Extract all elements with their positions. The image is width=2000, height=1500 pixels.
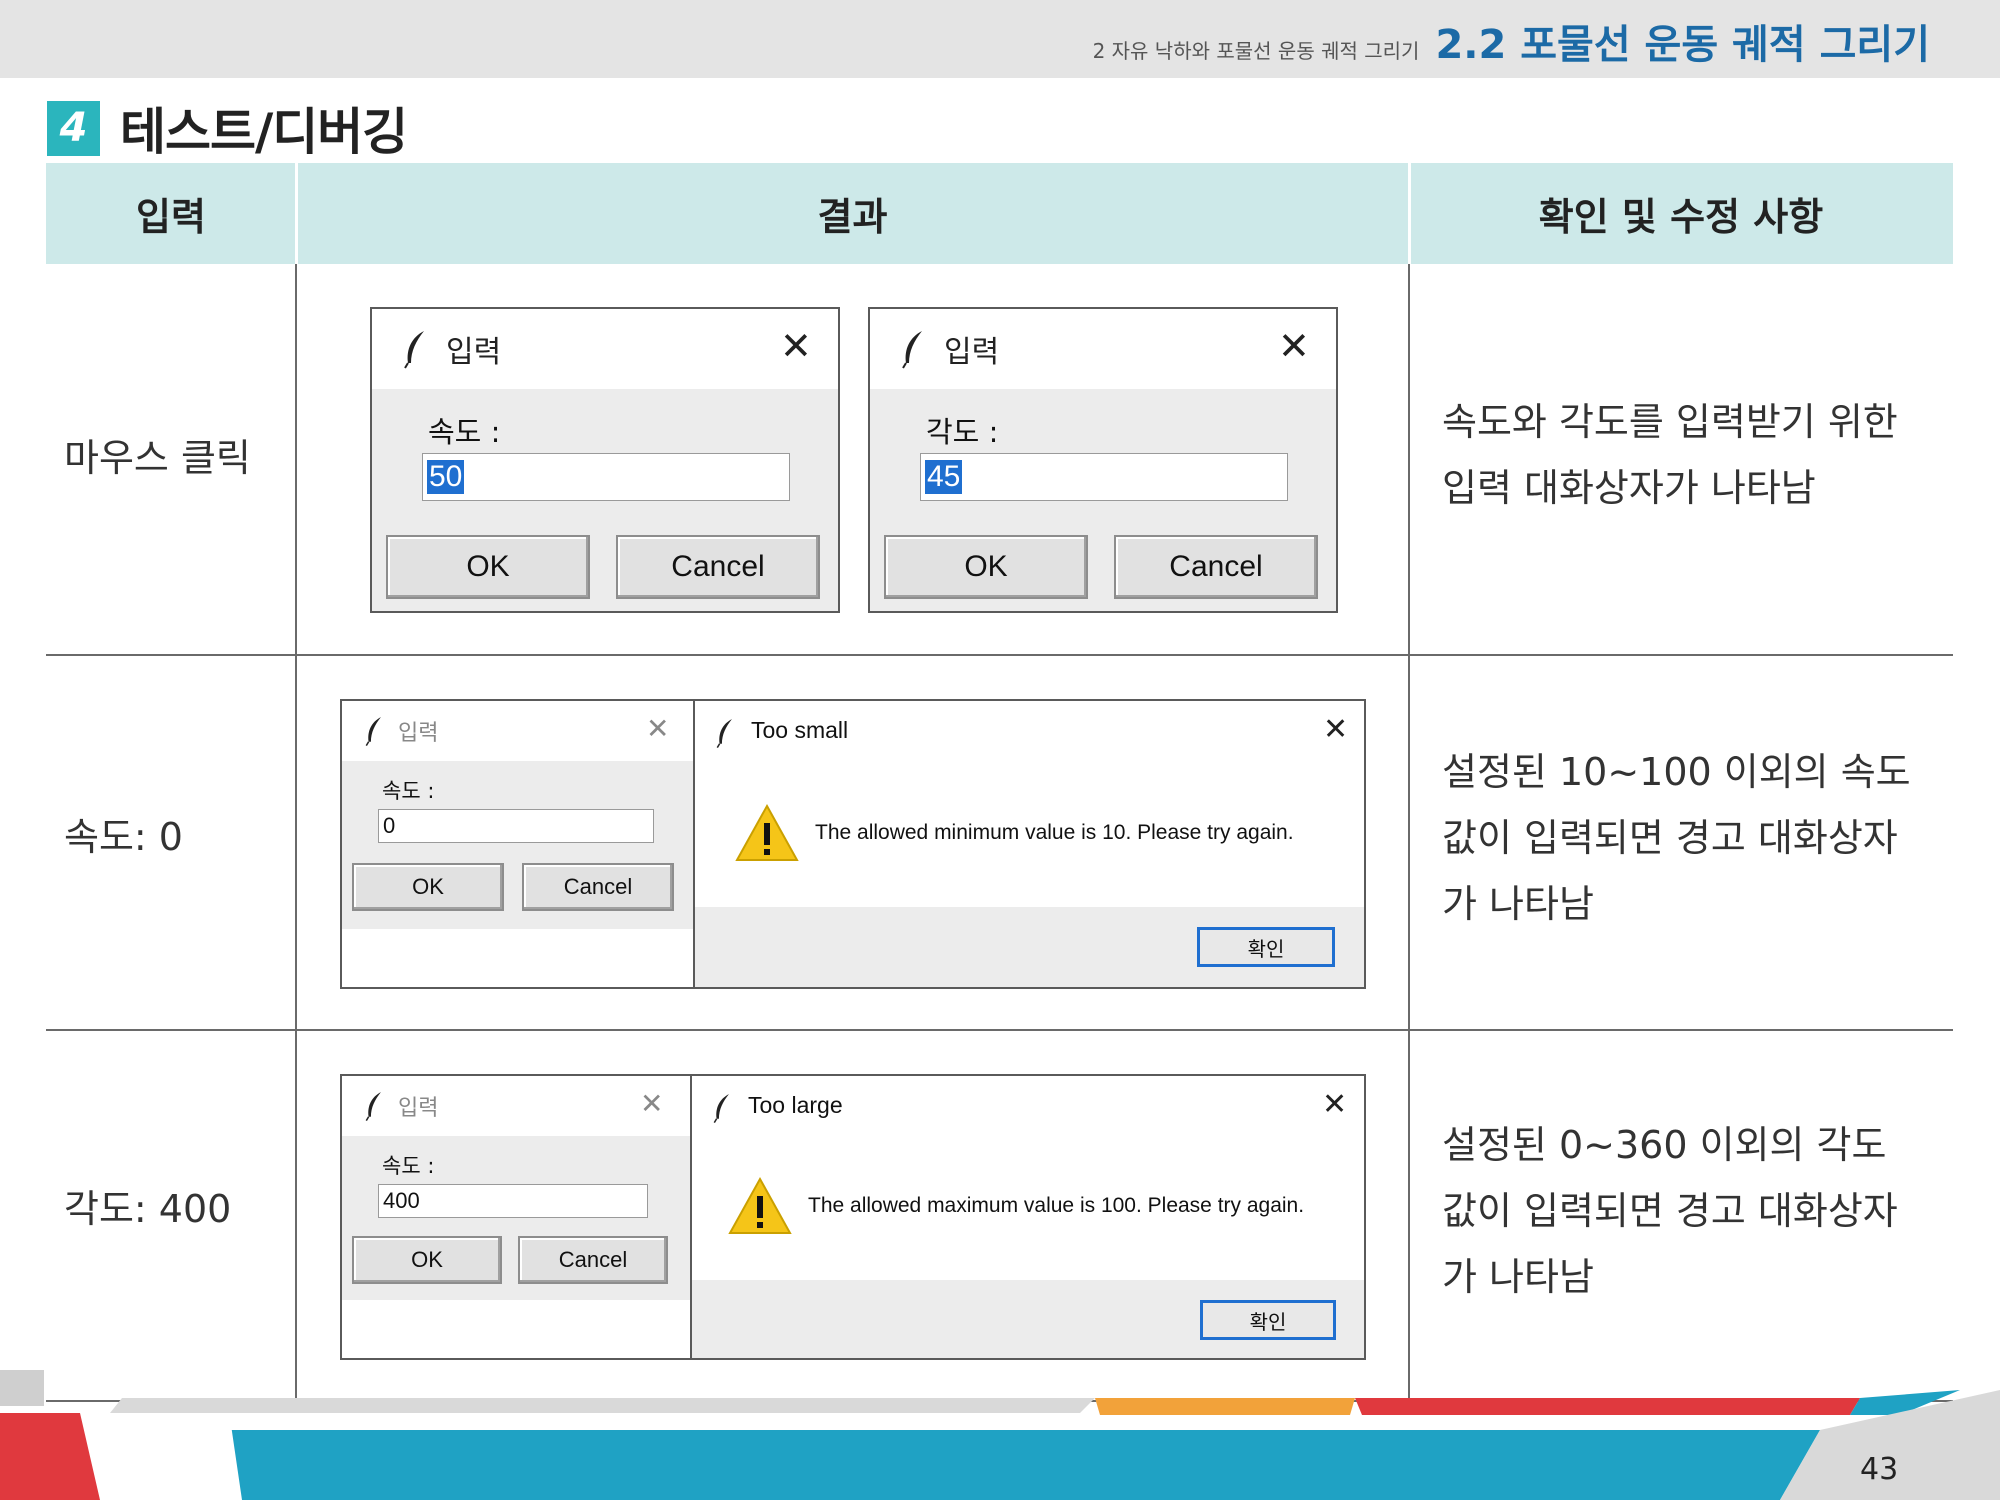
angle-input[interactable]: 400 [378, 1184, 648, 1218]
ok-button[interactable]: OK [386, 535, 590, 599]
column-divider [1408, 264, 1410, 1409]
section-heading: 4 테스트/디버깅 [47, 92, 408, 164]
speed-input[interactable]: 0 [378, 809, 654, 843]
dialog-button-bar: 확인 [695, 907, 1364, 987]
note-line: 입력 대화상자가 나타남 [1442, 466, 1816, 510]
feather-icon [902, 331, 922, 369]
feather-icon [404, 331, 424, 369]
confirm-button[interactable]: 확인 [1197, 927, 1335, 967]
column-divider [295, 163, 298, 264]
cancel-button[interactable]: Cancel [518, 1236, 668, 1284]
dialog-titlebar: 입력 [372, 309, 838, 389]
row-notes: 속도와 각도를 입력받기 위한 입력 대화상자가 나타남 [1442, 389, 1942, 521]
dialog-body: 속도 : 400 OK Cancel [342, 1136, 690, 1300]
close-icon[interactable]: ✕ [1322, 1090, 1347, 1120]
note-line: 가 나타남 [1442, 882, 1594, 926]
page-number: 43 [1860, 1452, 1899, 1487]
input-value: 45 [925, 460, 963, 494]
dialog-body: 속도 : 0 OK Cancel [342, 761, 693, 929]
dialog-title: Too small [751, 717, 849, 743]
field-label: 속도 : [382, 779, 435, 803]
input-dialog-speed-zero: 입력 ✕ 속도 : 0 OK Cancel [340, 699, 695, 989]
field-label: 속도 : [382, 1154, 435, 1178]
dialog-titlebar: 입력 [342, 1076, 690, 1136]
feather-icon [713, 1094, 729, 1124]
note-line: 가 나타남 [1442, 1255, 1594, 1299]
close-icon[interactable]: ✕ [1323, 715, 1348, 745]
dialog-button-bar: 확인 [692, 1280, 1364, 1358]
note-line: 설정된 10~100 이외의 속도 [1442, 750, 1911, 794]
close-icon[interactable]: ✕ [640, 1090, 663, 1118]
angle-input[interactable]: 45 [920, 453, 1288, 501]
page-header: 2 자유 낙하와 포물선 운동 궤적 그리기 2.2 포물선 운동 궤적 그리기 [0, 0, 2000, 78]
ok-button[interactable]: OK [352, 1236, 502, 1284]
note-line: 속도와 각도를 입력받기 위한 [1442, 400, 1898, 444]
close-icon[interactable]: ✕ [1278, 327, 1310, 365]
dialog-titlebar: 입력 [342, 701, 693, 761]
feather-icon [716, 719, 732, 749]
chapter-title: 2 자유 낙하와 포물선 운동 궤적 그리기 [1092, 39, 1420, 63]
column-header-result: 결과 [817, 195, 888, 239]
column-header-notes: 확인 및 수정 사항 [1538, 195, 1824, 239]
dialog-title: 입력 [398, 721, 439, 746]
cancel-button[interactable]: Cancel [522, 863, 674, 911]
row-input: 마우스 클릭 [64, 436, 251, 480]
column-divider [1408, 163, 1411, 264]
confirm-button[interactable]: 확인 [1200, 1300, 1336, 1340]
field-label: 속도 : [428, 415, 501, 449]
row-divider [46, 1029, 1953, 1031]
speed-input[interactable]: 50 [422, 453, 790, 501]
column-divider [295, 264, 297, 1409]
cancel-button[interactable]: Cancel [1114, 535, 1318, 599]
close-icon[interactable]: ✕ [646, 715, 669, 743]
warning-dialog-too-large: Too large ✕ The allowed maximum value is… [690, 1074, 1366, 1360]
warning-icon [735, 803, 799, 861]
section-title: 2.2 포물선 운동 궤적 그리기 [1435, 22, 1930, 68]
warning-icon [728, 1176, 792, 1234]
dialog-title: 입력 [446, 335, 502, 370]
section-heading-title: 테스트/디버깅 [120, 103, 408, 161]
section-number-badge: 4 [47, 100, 100, 156]
dialog-title: 입력 [398, 1096, 439, 1121]
input-value: 50 [427, 460, 465, 494]
note-line: 값이 입력되면 경고 대화상자 [1442, 816, 1898, 860]
dialog-body: 속도 : 50 OK Cancel [372, 389, 838, 611]
warning-dialog-too-small: Too small ✕ The allowed minimum value is… [693, 699, 1366, 989]
dialog-body: 각도 : 45 OK Cancel [870, 389, 1336, 611]
field-label: 각도 : [926, 415, 999, 449]
footer-decoration [0, 1370, 2000, 1500]
row-input: 속도: 0 [64, 815, 183, 859]
dialog-titlebar: 입력 [870, 309, 1336, 389]
ok-button[interactable]: OK [352, 863, 504, 911]
note-line: 설정된 0~360 이외의 각도 [1442, 1123, 1887, 1167]
row-notes: 설정된 0~360 이외의 각도 값이 입력되면 경고 대화상자 가 나타남 [1442, 1112, 1942, 1310]
row-divider [46, 654, 1953, 656]
dialog-title: Too large [748, 1092, 843, 1118]
cancel-button[interactable]: Cancel [616, 535, 820, 599]
feather-icon [365, 717, 381, 747]
dialog-title: 입력 [944, 335, 1000, 370]
note-line: 값이 입력되면 경고 대화상자 [1442, 1189, 1898, 1233]
input-dialog-speed: 입력 ✕ 속도 : 50 OK Cancel [370, 307, 840, 613]
input-dialog-angle-400: 입력 ✕ 속도 : 400 OK Cancel [340, 1074, 692, 1360]
row-notes: 설정된 10~100 이외의 속도 값이 입력되면 경고 대화상자 가 나타남 [1442, 739, 1942, 937]
ok-button[interactable]: OK [884, 535, 1088, 599]
warning-message: The allowed maximum value is 100. Please… [808, 1194, 1305, 1217]
warning-message: The allowed minimum value is 10. Please … [815, 821, 1294, 844]
row-input: 각도: 400 [64, 1187, 232, 1231]
close-icon[interactable]: ✕ [780, 327, 812, 365]
input-dialog-angle: 입력 ✕ 각도 : 45 OK Cancel [868, 307, 1338, 613]
column-header-input: 입력 [136, 195, 206, 239]
feather-icon [365, 1092, 381, 1122]
header-titles: 2 자유 낙하와 포물선 운동 궤적 그리기 2.2 포물선 운동 궤적 그리기 [1093, 12, 1930, 70]
